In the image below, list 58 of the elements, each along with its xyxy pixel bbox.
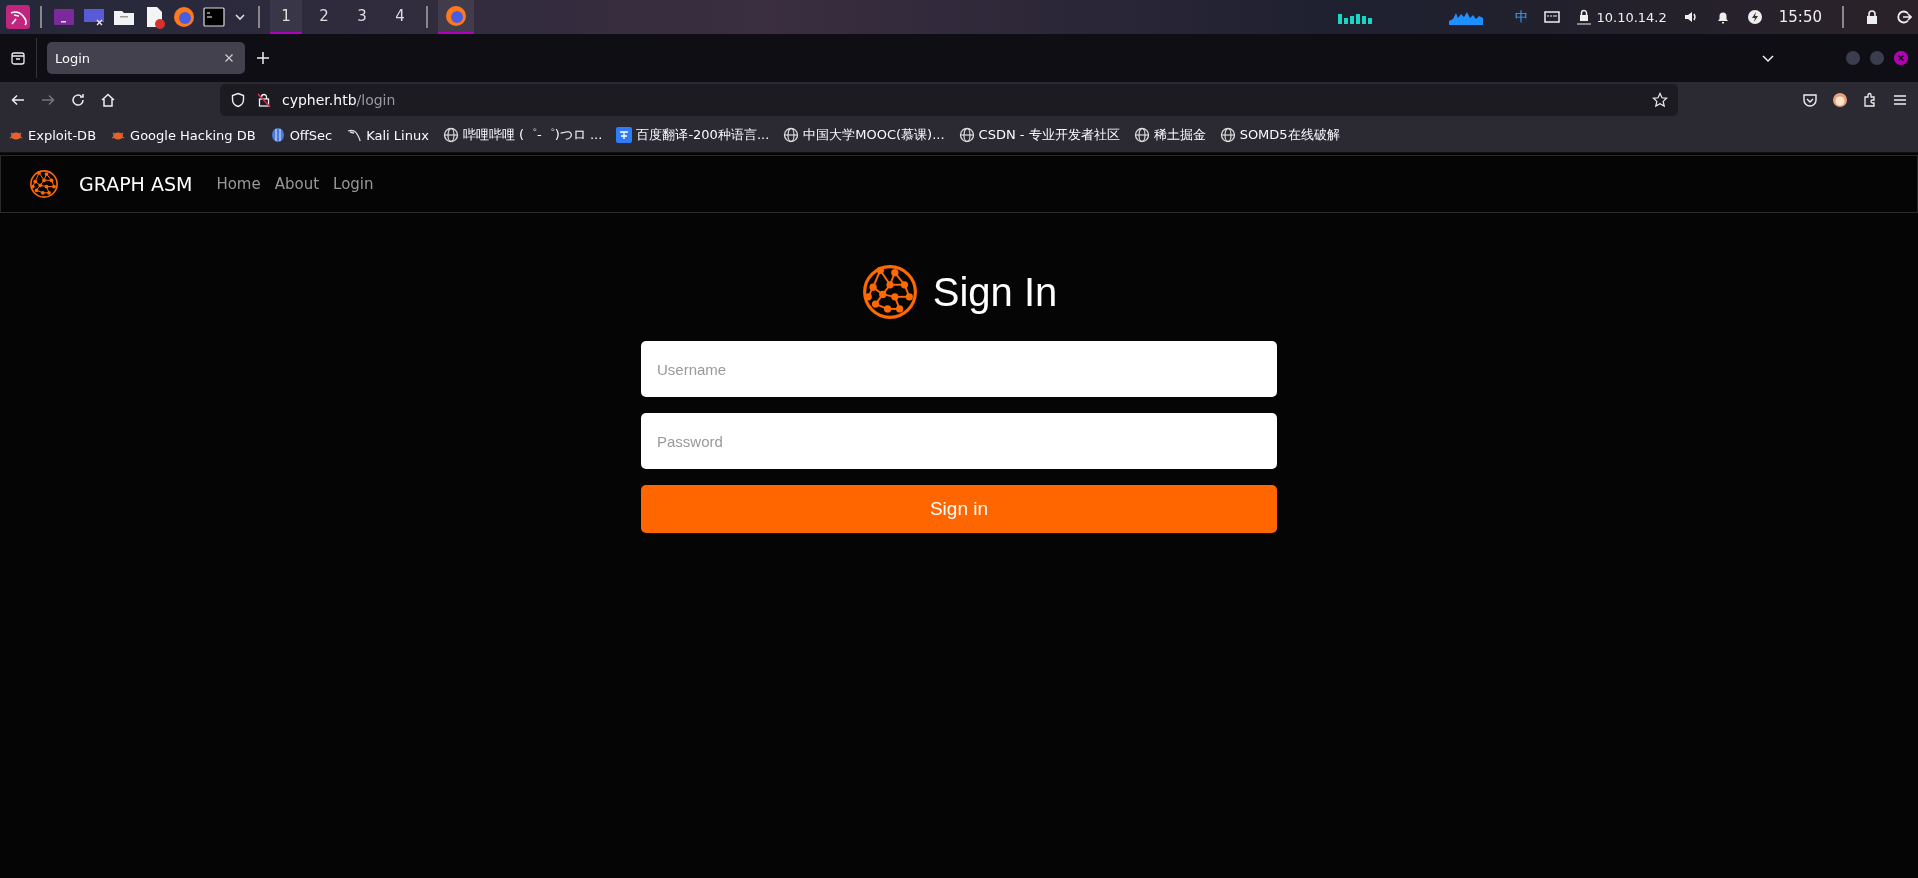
network-port-icon[interactable]	[1544, 9, 1561, 25]
address-bar[interactable]: cypher.htb/login	[220, 84, 1678, 116]
globe-icon	[442, 127, 459, 143]
bookmark-link[interactable]: SOMD5在线破解	[1239, 126, 1340, 144]
bookmark-link[interactable]: 中国大学MOOC(慕课)...	[803, 126, 945, 144]
menu-icon[interactable]	[1892, 92, 1908, 108]
globe-icon	[958, 127, 975, 143]
puzzle-icon[interactable]	[1862, 92, 1878, 108]
globe-icon	[1133, 127, 1150, 143]
url-text: cypher.htb/login	[282, 92, 397, 108]
browser-icon[interactable]	[172, 5, 196, 29]
shield-icon[interactable]	[230, 92, 246, 108]
workspace-button[interactable]: 4	[384, 0, 416, 34]
nav-link[interactable]: Login	[333, 175, 374, 193]
clock[interactable]: 15:50	[1778, 8, 1822, 26]
lock-network-icon[interactable]	[1576, 9, 1593, 25]
bookmark-link[interactable]: Kali Linux	[366, 127, 429, 143]
bookmark-link[interactable]: 稀土掘金	[1153, 126, 1206, 144]
back-arrow-icon[interactable]	[10, 92, 26, 108]
translate-icon	[616, 127, 633, 143]
workspace-button[interactable]: 1	[270, 0, 302, 34]
input-method-indicator[interactable]: 中	[1515, 8, 1529, 26]
terminal-icon[interactable]	[202, 5, 226, 29]
bookmark-link[interactable]: Google Hacking DB	[130, 127, 256, 143]
insecure-lock-icon[interactable]	[256, 92, 272, 108]
browser-tab[interactable]: Login	[47, 42, 245, 74]
brand-name[interactable]: GRAPH ASM	[79, 173, 193, 195]
new-tab-icon[interactable]	[255, 50, 271, 66]
workspace-button[interactable]: 2	[308, 0, 340, 34]
extension-avatar-icon[interactable]	[1832, 92, 1848, 108]
nav-link[interactable]: About	[274, 175, 320, 193]
bookmark-link[interactable]: OffSec	[289, 127, 333, 143]
browser-task-button[interactable]	[438, 0, 474, 34]
close-window-icon[interactable]	[1894, 51, 1908, 65]
network-globe-logo	[860, 263, 919, 321]
reload-icon[interactable]	[70, 92, 86, 108]
ip-address: 10.10.14.2	[1596, 9, 1667, 25]
bookmark-link[interactable]: 哔哩哔哩 (゜-゜)つロ ...	[462, 126, 603, 144]
bookmark-link[interactable]: CSDN - 专业开发者社区	[978, 126, 1120, 144]
bookmark-link[interactable]: 百度翻译-200种语言...	[636, 126, 770, 144]
page-heading: Sign In	[932, 269, 1058, 315]
username-field[interactable]: Username	[641, 341, 1277, 397]
network-globe-logo	[29, 169, 59, 199]
password-field[interactable]: Password	[641, 413, 1277, 469]
tab-list-icon[interactable]	[10, 50, 26, 66]
workspace-button[interactable]: 3	[346, 0, 378, 34]
globe-icon	[783, 127, 800, 143]
globe-icon	[1219, 127, 1236, 143]
power-bolt-icon[interactable]	[1746, 9, 1763, 25]
pocket-icon[interactable]	[1802, 92, 1818, 108]
bookmark-link[interactable]: Exploit-DB	[28, 127, 97, 143]
star-icon[interactable]	[1652, 92, 1668, 108]
nav-link[interactable]: Home	[216, 175, 261, 193]
browser-icon[interactable]	[444, 4, 468, 28]
speaker-icon[interactable]	[1682, 9, 1699, 25]
lock-icon[interactable]	[1864, 9, 1880, 25]
home-icon[interactable]	[100, 92, 116, 108]
logout-icon[interactable]	[1896, 9, 1912, 25]
